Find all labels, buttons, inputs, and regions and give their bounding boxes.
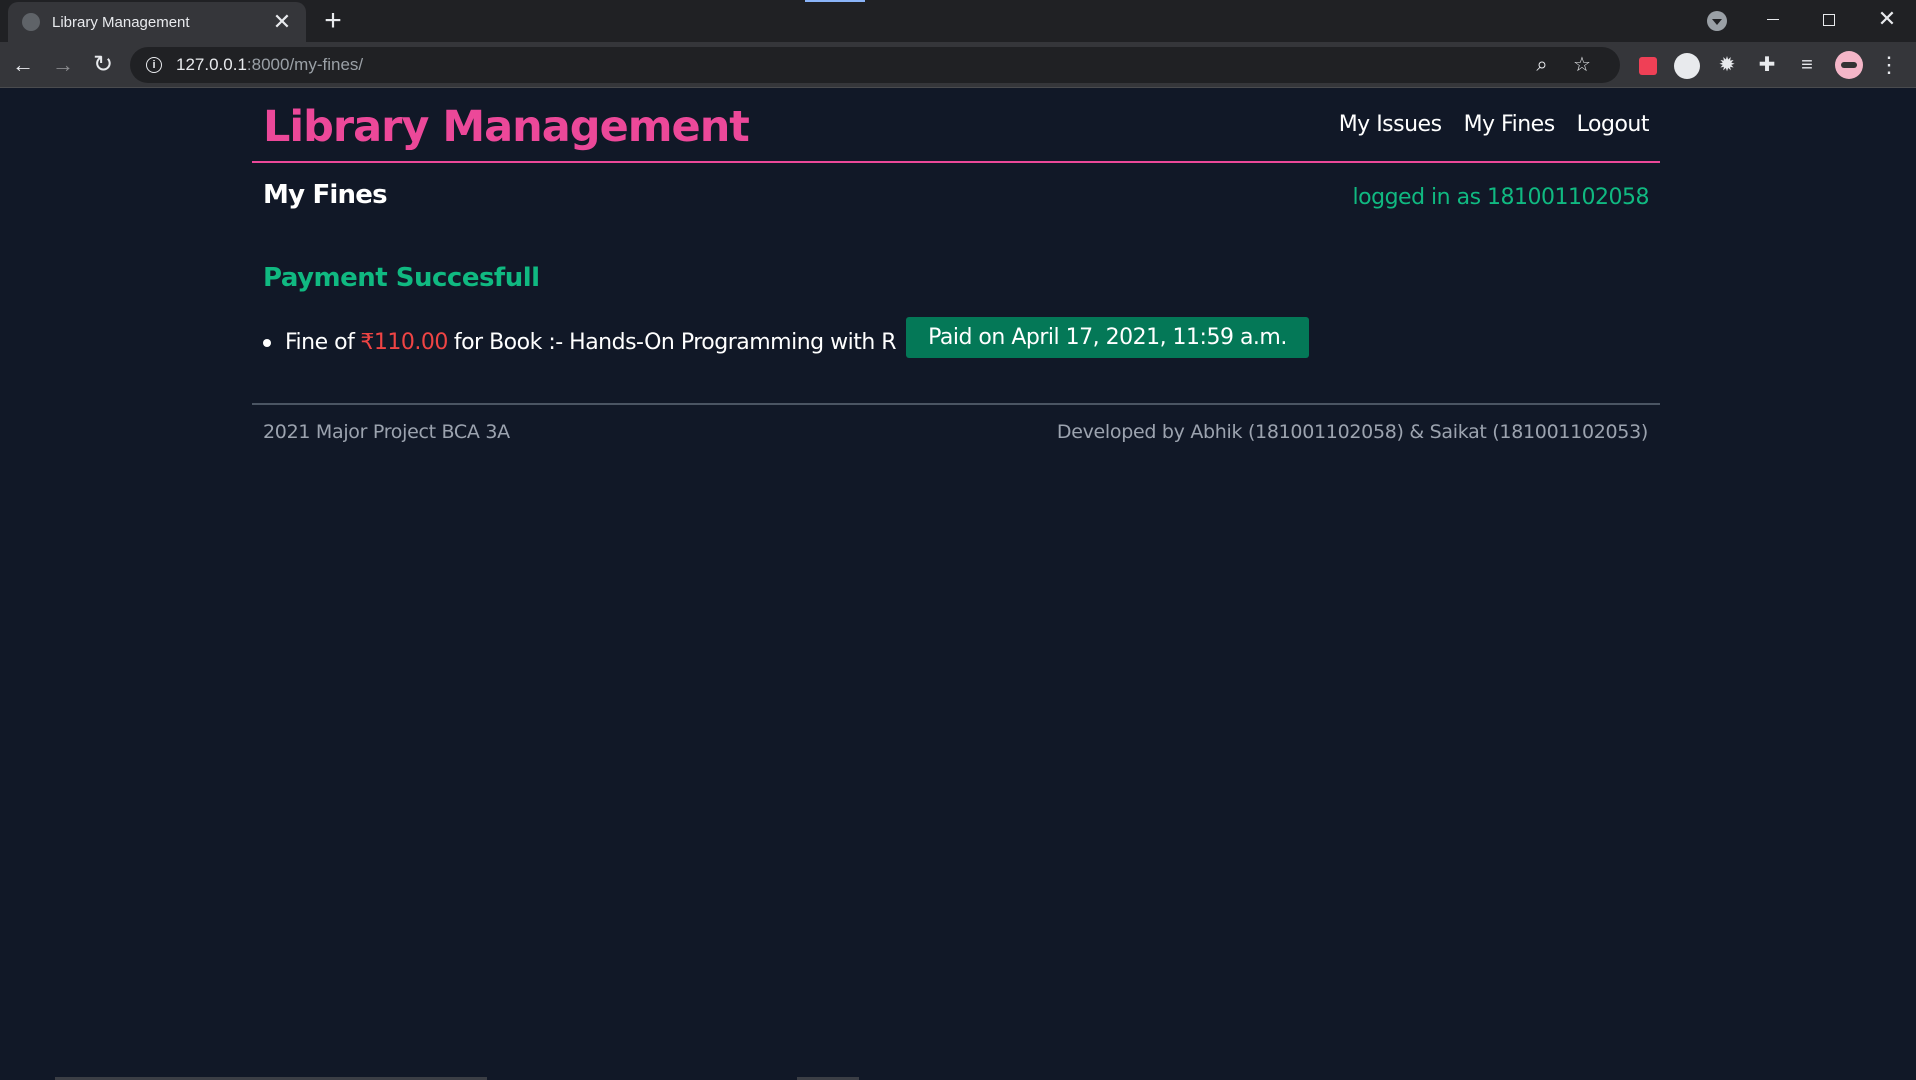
pocket-icon[interactable] — [1635, 52, 1661, 78]
media-icon[interactable]: ≡ — [1794, 52, 1820, 78]
address-bar[interactable]: i 127.0.0.1:8000/my-fines/ ⌕ ☆ — [130, 47, 1620, 83]
kebab-menu-icon[interactable]: ⋮ — [1876, 52, 1902, 78]
main-nav: My Issues My Fines Logout — [1339, 112, 1650, 137]
star-icon[interactable]: ☆ — [1568, 51, 1596, 79]
browser-toolbar: ← → ↻ i 127.0.0.1:8000/my-fines/ ⌕ ☆ ✹ ✚… — [0, 42, 1916, 88]
list-item: Fine of ₹110.00 for Book :- Hands-On Pro… — [263, 317, 1309, 363]
zoom-icon[interactable]: ⌕ — [1528, 51, 1556, 79]
reload-icon[interactable]: ↻ — [88, 50, 118, 80]
logged-in-status: logged in as 181001102058 — [1352, 185, 1650, 210]
url-path: :8000/my-fines/ — [246, 55, 364, 74]
maximize-icon[interactable] — [1806, 4, 1852, 34]
site-header: Library Management My Issues My Fines Lo… — [252, 88, 1660, 163]
close-icon[interactable]: ✕ — [270, 11, 294, 33]
extension-circle-icon[interactable] — [1674, 52, 1700, 79]
window-close-icon[interactable]: ✕ — [1864, 4, 1910, 34]
fine-prefix: Fine of — [285, 330, 355, 355]
gear-icon[interactable]: ✹ — [1714, 52, 1740, 78]
nav-my-issues[interactable]: My Issues — [1339, 112, 1442, 137]
footer-divider — [252, 403, 1660, 405]
browser-tab[interactable]: Library Management ✕ — [8, 2, 306, 42]
tab-title: Library Management — [52, 13, 190, 31]
brand-title[interactable]: Library Management — [263, 102, 750, 152]
nav-logout[interactable]: Logout — [1577, 112, 1650, 137]
forward-icon[interactable]: → — [48, 50, 78, 80]
payment-status-message: Payment Succesfull — [263, 263, 540, 293]
tab-search-icon[interactable] — [1707, 11, 1727, 31]
loading-indicator — [805, 0, 865, 2]
subheader: My Fines logged in as 181001102058 — [252, 163, 1660, 213]
fine-book: for Book :- Hands-On Programming with R — [453, 330, 897, 355]
page-title: My Fines — [263, 180, 388, 210]
back-icon[interactable]: ← — [8, 50, 38, 80]
footer-project: 2021 Major Project BCA 3A — [263, 421, 510, 443]
paid-status-badge: Paid on April 17, 2021, 11:59 a.m. — [906, 317, 1309, 358]
globe-icon — [22, 13, 40, 31]
nav-my-fines[interactable]: My Fines — [1464, 112, 1556, 137]
plus-icon[interactable]: + — [318, 6, 348, 36]
minimize-icon[interactable] — [1750, 4, 1796, 34]
profile-avatar[interactable] — [1835, 51, 1863, 79]
url-host: 127.0.0.1 — [176, 55, 247, 74]
footer-credits: Developed by Abhik (181001102058) & Saik… — [1056, 421, 1648, 443]
browser-tab-strip: Library Management ✕ + ✕ — [0, 0, 1916, 42]
info-icon[interactable]: i — [146, 57, 162, 73]
page-container: Library Management My Issues My Fines Lo… — [252, 88, 1660, 213]
puzzle-icon[interactable]: ✚ — [1754, 52, 1780, 78]
fine-amount: ₹110.00 — [360, 330, 448, 355]
fine-list: Fine of ₹110.00 for Book :- Hands-On Pro… — [263, 317, 1309, 363]
bullet-icon — [263, 338, 271, 347]
